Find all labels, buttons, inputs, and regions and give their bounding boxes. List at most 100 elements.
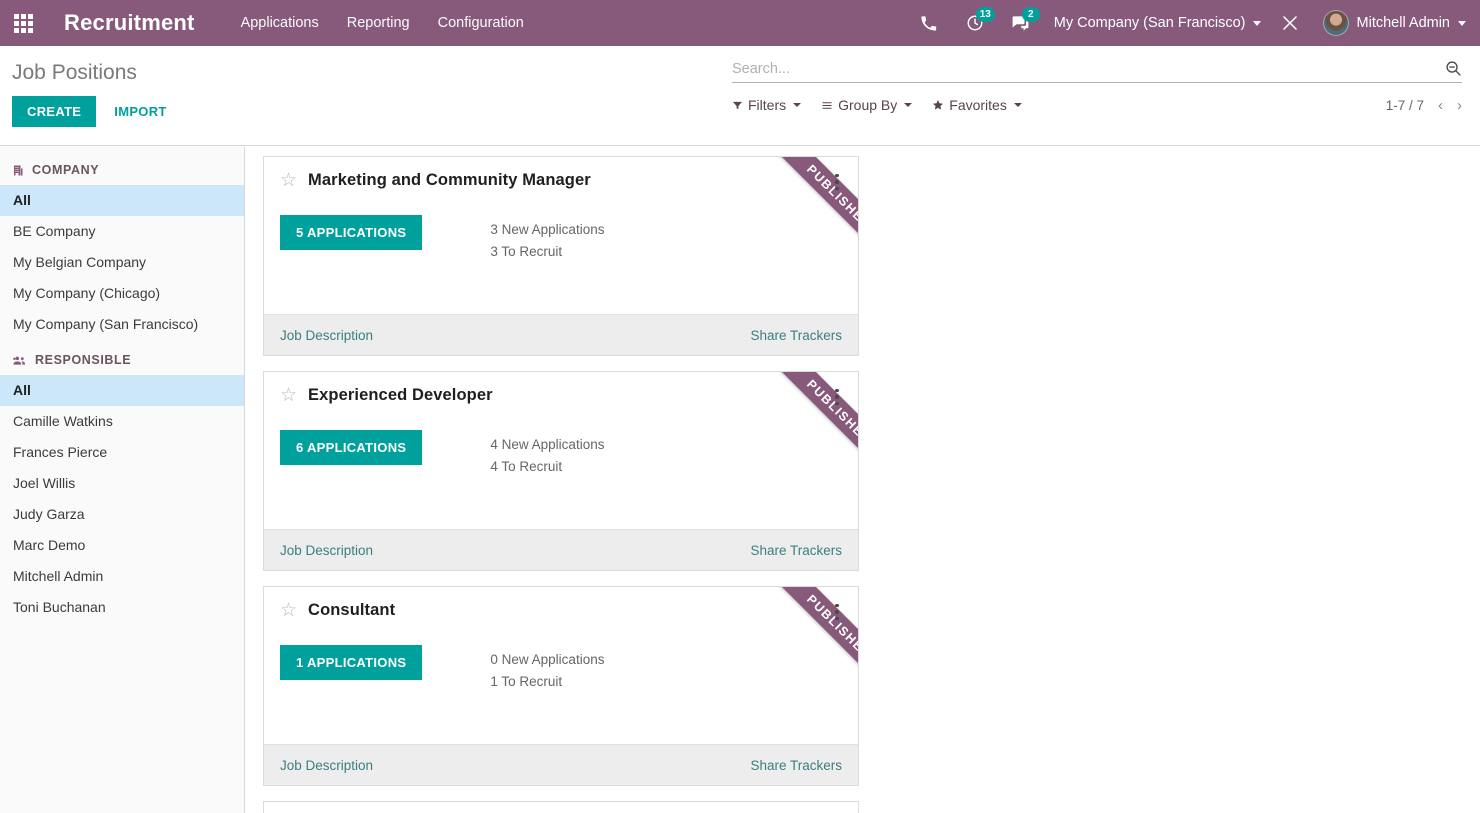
- sidebar-item-responsible-camille-watkins[interactable]: Camille Watkins: [0, 406, 244, 437]
- navbar-menu: Applications Reporting Configuration: [241, 15, 524, 31]
- messages-count-badge: 2: [1022, 7, 1040, 22]
- job-position-card[interactable]: ☆ConsultantPUBLISHED1 APPLICATIONS0 New …: [263, 586, 859, 786]
- to-recruit-count: 3 To Recruit: [490, 241, 604, 263]
- job-position-card[interactable]: ☆Marketing and Community ManagerPUBLISHE…: [263, 156, 859, 356]
- group-by-label: Group By: [838, 97, 897, 113]
- share-trackers-link[interactable]: Share Trackers: [750, 328, 842, 343]
- job-description-link[interactable]: Job Description: [280, 543, 373, 558]
- chevron-down-icon: [1253, 21, 1261, 26]
- sidebar-item-company-belgian[interactable]: My Belgian Company: [0, 247, 244, 278]
- menu-item-configuration[interactable]: Configuration: [438, 15, 524, 31]
- star-icon[interactable]: ☆: [280, 601, 297, 620]
- company-selector[interactable]: My Company (San Francisco): [1054, 15, 1261, 31]
- sidebar-item-company-be[interactable]: BE Company: [0, 216, 244, 247]
- card-stats: 4 New Applications4 To Recruit: [490, 430, 604, 477]
- card-footer: Job Description Share Trackers: [264, 744, 858, 785]
- filters-label: Filters: [748, 97, 786, 113]
- job-position-card[interactable]: ☆Experienced DeveloperPUBLISHED6 APPLICA…: [263, 371, 859, 571]
- kanban-board: ☆Marketing and Community ManagerPUBLISHE…: [245, 146, 1480, 813]
- card-title-row: ☆ Experienced Developer: [280, 386, 842, 405]
- card-main: 6 APPLICATIONS 4 New Applications4 To Rec…: [280, 430, 842, 477]
- card-title: Consultant: [308, 601, 395, 620]
- favorites-label: Favorites: [949, 97, 1007, 113]
- search-icon[interactable]: [1445, 60, 1462, 77]
- chevron-left-icon[interactable]: ‹: [1438, 98, 1443, 113]
- share-trackers-link[interactable]: Share Trackers: [750, 543, 842, 558]
- card-title: Marketing and Community Manager: [308, 171, 591, 190]
- menu-item-applications[interactable]: Applications: [241, 15, 319, 31]
- job-position-card[interactable]: ☆Chief Technical OfficerSTART RECRUITMEN…: [263, 801, 859, 813]
- import-button[interactable]: IMPORT: [102, 96, 178, 127]
- card-body: ☆ConsultantPUBLISHED1 APPLICATIONS0 New …: [264, 587, 858, 744]
- applications-button[interactable]: 5 APPLICATIONS: [280, 215, 422, 250]
- sidebar-item-responsible-judy-garza[interactable]: Judy Garza: [0, 499, 244, 530]
- developer-tools-icon[interactable]: [1267, 0, 1313, 46]
- sidebar-item-responsible-toni-buchanan[interactable]: Toni Buchanan: [0, 592, 244, 623]
- page-title: Job Positions: [12, 62, 720, 83]
- sidebar-item-company-all[interactable]: All: [0, 185, 244, 216]
- card-menu-kebab-icon[interactable]: [829, 171, 845, 193]
- messages-chat-icon[interactable]: 2: [998, 0, 1044, 46]
- apps-grid-icon[interactable]: [0, 0, 46, 46]
- new-applications-count: 0 New Applications: [490, 649, 604, 671]
- search-input[interactable]: [732, 61, 1445, 77]
- building-icon: [12, 164, 24, 177]
- sidebar-item-responsible-mitchell-admin[interactable]: Mitchell Admin: [0, 561, 244, 592]
- create-button[interactable]: CREATE: [12, 96, 96, 127]
- sidebar-section-company-header: COMPANY: [0, 160, 244, 185]
- filters-row: Filters Group By Favorites 1-7 / 7 ‹ ›: [732, 97, 1462, 113]
- card-stats: 3 New Applications3 To Recruit: [490, 215, 604, 262]
- app-brand-title[interactable]: Recruitment: [64, 10, 195, 36]
- to-recruit-count: 4 To Recruit: [490, 456, 604, 478]
- group-by-dropdown[interactable]: Group By: [821, 97, 912, 113]
- card-title-row: ☆ Consultant: [280, 601, 842, 620]
- kanban-sidebar: COMPANY All BE Company My Belgian Compan…: [0, 146, 245, 813]
- card-menu-kebab-icon[interactable]: [829, 386, 845, 408]
- card-body: ☆Marketing and Community ManagerPUBLISHE…: [264, 157, 858, 314]
- sidebar-section-responsible-title: RESPONSIBLE: [35, 353, 131, 367]
- sidebar-item-company-san-francisco[interactable]: My Company (San Francisco): [0, 309, 244, 340]
- sidebar-item-responsible-all[interactable]: All: [0, 375, 244, 406]
- card-footer: Job Description Share Trackers: [264, 314, 858, 355]
- card-title: Experienced Developer: [308, 386, 493, 405]
- new-applications-count: 4 New Applications: [490, 434, 604, 456]
- new-applications-count: 3 New Applications: [490, 219, 604, 241]
- filters-dropdown[interactable]: Filters: [732, 97, 801, 113]
- card-body: ☆Experienced DeveloperPUBLISHED6 APPLICA…: [264, 372, 858, 529]
- card-footer: Job Description Share Trackers: [264, 529, 858, 570]
- card-body: ☆Chief Technical OfficerSTART RECRUITMEN…: [264, 802, 858, 813]
- chevron-down-icon: [1014, 103, 1022, 107]
- control-panel-left: Job Positions CREATE IMPORT: [0, 46, 720, 145]
- share-trackers-link[interactable]: Share Trackers: [750, 758, 842, 773]
- card-main: 1 APPLICATIONS 0 New Applications1 To Rec…: [280, 645, 842, 692]
- pager-count: 1-7 / 7: [1386, 98, 1424, 113]
- job-description-link[interactable]: Job Description: [280, 758, 373, 773]
- star-icon[interactable]: ☆: [280, 386, 297, 405]
- star-icon[interactable]: ☆: [280, 171, 297, 190]
- card-menu-kebab-icon[interactable]: [829, 601, 845, 623]
- sidebar-section-responsible-header: RESPONSIBLE: [0, 350, 244, 375]
- applications-button[interactable]: 1 APPLICATIONS: [280, 645, 422, 680]
- job-description-link[interactable]: Job Description: [280, 328, 373, 343]
- favorites-dropdown[interactable]: Favorites: [932, 97, 1022, 113]
- user-menu[interactable]: Mitchell Admin: [1323, 10, 1466, 36]
- activity-clock-icon[interactable]: 13: [952, 0, 998, 46]
- chevron-down-icon: [1458, 21, 1466, 26]
- control-panel-right: Filters Group By Favorites 1-7 / 7 ‹ ›: [720, 46, 1480, 145]
- sidebar-item-responsible-marc-demo[interactable]: Marc Demo: [0, 530, 244, 561]
- chevron-right-icon[interactable]: ›: [1457, 98, 1462, 113]
- phone-icon[interactable]: [906, 0, 952, 46]
- navbar-right-tools: 13 2 My Company (San Francisco) Mitchell…: [906, 0, 1480, 46]
- top-navbar: Recruitment Applications Reporting Confi…: [0, 0, 1480, 46]
- sidebar-item-responsible-joel-willis[interactable]: Joel Willis: [0, 468, 244, 499]
- sidebar-item-company-chicago[interactable]: My Company (Chicago): [0, 278, 244, 309]
- card-stats: 0 New Applications1 To Recruit: [490, 645, 604, 692]
- sidebar-item-responsible-frances-pierce[interactable]: Frances Pierce: [0, 437, 244, 468]
- applications-button[interactable]: 6 APPLICATIONS: [280, 430, 422, 465]
- funnel-icon: [732, 100, 743, 111]
- sidebar-section-company-title: COMPANY: [32, 163, 99, 177]
- menu-item-reporting[interactable]: Reporting: [347, 15, 410, 31]
- search-bar: [732, 60, 1462, 83]
- avatar: [1323, 10, 1349, 36]
- control-panel: Job Positions CREATE IMPORT Filters Grou…: [0, 46, 1480, 146]
